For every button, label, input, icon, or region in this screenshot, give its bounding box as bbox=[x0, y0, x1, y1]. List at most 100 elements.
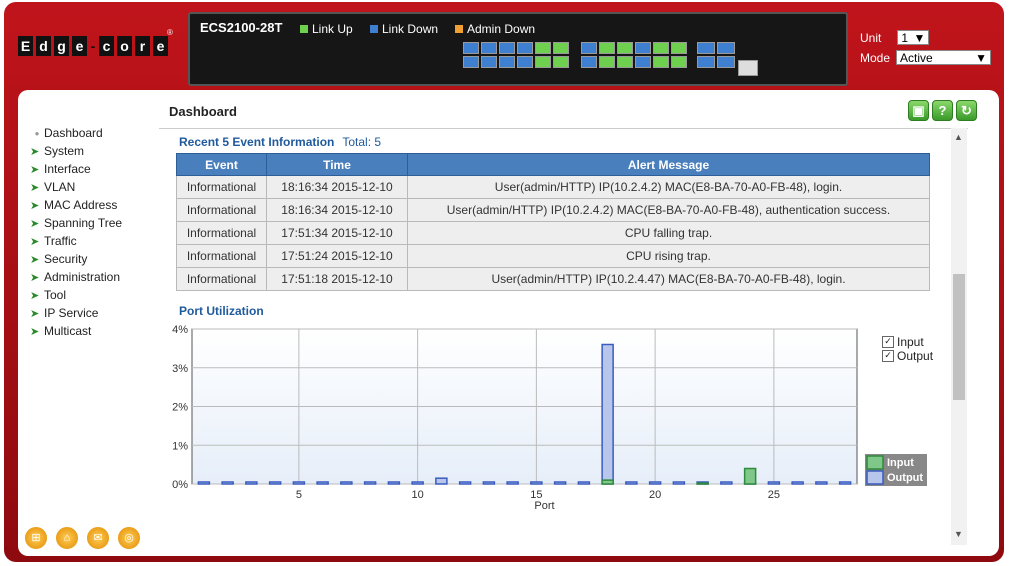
sidebar-item-traffic[interactable]: ➤ Traffic bbox=[30, 232, 170, 250]
port-icon[interactable] bbox=[581, 56, 597, 68]
save-icon[interactable]: ▣ bbox=[908, 100, 929, 121]
port-icon[interactable] bbox=[499, 42, 515, 54]
port-icon[interactable] bbox=[553, 56, 569, 68]
port-icon[interactable] bbox=[617, 42, 633, 54]
output-bar bbox=[482, 481, 496, 485]
arrow-icon: ➤ bbox=[30, 307, 40, 320]
alert-message-cell: User(admin/HTTP) IP(10.2.4.47) MAC(E8-BA… bbox=[407, 267, 930, 291]
port-icon[interactable] bbox=[463, 56, 479, 68]
sidebar-item-label: Dashboard bbox=[44, 126, 103, 140]
dashboard-scroll-area[interactable]: Recent 5 Event Information Total: 5 Event… bbox=[159, 128, 968, 546]
time-cell: 18:16:34 2015-12-10 bbox=[266, 198, 408, 222]
help-icon[interactable]: ? bbox=[932, 100, 953, 121]
output-bar bbox=[316, 481, 329, 485]
port-icon[interactable] bbox=[671, 42, 687, 54]
output-bar bbox=[577, 481, 591, 485]
port-icon[interactable] bbox=[517, 42, 533, 54]
port-icon[interactable] bbox=[481, 56, 497, 68]
port-icon[interactable] bbox=[653, 56, 669, 68]
table-row: Informational 17:51:34 2015-12-10 CPU fall… bbox=[176, 221, 930, 245]
sidebar-item-dashboard[interactable]: ● Dashboard bbox=[30, 124, 170, 142]
port-utilization-chart: 0%1%2%3%4%5 10 15 20 25PortInputOutput bbox=[172, 324, 927, 512]
port-icon[interactable] bbox=[717, 56, 735, 68]
input-checkbox[interactable]: ✓ Input bbox=[882, 335, 933, 349]
sidebar-item-tool[interactable]: ➤ Tool bbox=[30, 286, 170, 304]
output-bar bbox=[411, 481, 424, 485]
output-bar bbox=[601, 343, 614, 485]
sidebar-item-label: Spanning Tree bbox=[44, 216, 123, 230]
output-bar bbox=[672, 481, 686, 485]
sidebar-item-label: Interface bbox=[44, 162, 91, 176]
col-event: Event bbox=[176, 153, 267, 176]
alert-message-cell: CPU falling trap. bbox=[407, 221, 930, 245]
table-row: Informational 18:16:34 2015-12-10 User(adm… bbox=[176, 198, 930, 222]
port-icon[interactable] bbox=[653, 42, 669, 54]
port-icon[interactable] bbox=[635, 42, 651, 54]
output-bar bbox=[363, 481, 377, 485]
port-icon[interactable] bbox=[499, 56, 515, 68]
refresh-icon[interactable]: ↻ bbox=[956, 100, 977, 121]
port-icon[interactable] bbox=[517, 56, 533, 68]
port-group-1[interactable] bbox=[463, 42, 569, 68]
port-icon[interactable] bbox=[717, 42, 735, 54]
port-icon[interactable] bbox=[671, 56, 687, 68]
port-icon[interactable] bbox=[481, 42, 497, 54]
port-icon[interactable] bbox=[553, 42, 569, 54]
page-title: Dashboard bbox=[169, 104, 237, 119]
sidebar-item-security[interactable]: ➤ Security bbox=[30, 250, 170, 268]
sidebar-item-vlan[interactable]: ➤ VLAN bbox=[30, 178, 170, 196]
sidebar-item-administration[interactable]: ➤ Administration bbox=[30, 268, 170, 286]
mode-select[interactable]: Active ▼ bbox=[896, 50, 992, 65]
port-icon[interactable] bbox=[697, 56, 715, 68]
footer-buttons: ⊞ ⌂ ✉ ◎ bbox=[24, 526, 141, 550]
unit-select[interactable]: 1 ▼ bbox=[897, 30, 930, 45]
mgmt-port[interactable] bbox=[738, 60, 758, 76]
input-bar bbox=[696, 482, 709, 485]
time-cell: 18:16:34 2015-12-10 bbox=[266, 175, 408, 199]
mail-icon[interactable]: ✉ bbox=[86, 526, 110, 550]
table-row: Informational 18:16:34 2015-12-10 User(adm… bbox=[176, 175, 930, 199]
sitemap-icon[interactable]: ⊞ bbox=[24, 526, 48, 550]
arrow-icon: ➤ bbox=[30, 289, 40, 302]
port-icon[interactable] bbox=[635, 56, 651, 68]
arrow-icon: ➤ bbox=[30, 163, 40, 176]
port-icon[interactable] bbox=[697, 42, 715, 54]
mode-label: Mode bbox=[860, 50, 891, 65]
model-name: ECS2100-28T bbox=[200, 20, 283, 35]
output-checkbox[interactable]: ✓ Output bbox=[882, 349, 933, 363]
registered-mark: ® bbox=[167, 28, 173, 37]
output-bar bbox=[791, 481, 804, 485]
scroll-up-icon[interactable]: ▲ bbox=[954, 132, 963, 142]
port-icon[interactable] bbox=[535, 42, 551, 54]
scrollbar-thumb[interactable] bbox=[953, 274, 965, 400]
sidebar-item-spanning-tree[interactable]: ➤ Spanning Tree bbox=[30, 214, 170, 232]
sfp-ports[interactable] bbox=[697, 42, 735, 68]
y-tick-label: 3% bbox=[172, 363, 188, 375]
globe-icon[interactable]: ◎ bbox=[117, 526, 141, 550]
scroll-down-icon[interactable]: ▼ bbox=[954, 529, 963, 539]
sidebar-item-ip-service[interactable]: ➤ IP Service bbox=[30, 304, 170, 322]
sidebar-item-interface[interactable]: ➤ Interface bbox=[30, 160, 170, 178]
sidebar-item-system[interactable]: ➤ System bbox=[30, 142, 170, 160]
scrollbar[interactable]: ▲ ▼ bbox=[951, 128, 967, 545]
port-icon[interactable] bbox=[599, 42, 615, 54]
sidebar-item-multicast[interactable]: ➤ Multicast bbox=[30, 322, 170, 340]
port-icon[interactable] bbox=[599, 56, 615, 68]
alert-message-cell: User(admin/HTTP) IP(10.2.4.2) MAC(E8-BA-… bbox=[407, 175, 930, 199]
alert-message-cell: CPU rising trap. bbox=[407, 244, 930, 268]
output-bar bbox=[458, 481, 472, 485]
port-icon[interactable] bbox=[535, 56, 551, 68]
port-group-2[interactable] bbox=[581, 42, 687, 68]
output-bar bbox=[435, 477, 448, 485]
home-icon[interactable]: ⌂ bbox=[55, 526, 79, 550]
event-cell: Informational bbox=[176, 198, 267, 222]
sidebar-item-label: MAC Address bbox=[44, 198, 118, 212]
port-icon[interactable] bbox=[463, 42, 479, 54]
output-bar bbox=[553, 481, 567, 485]
port-icon[interactable] bbox=[617, 56, 633, 68]
sidebar-item-mac-address[interactable]: ➤ MAC Address bbox=[30, 196, 170, 214]
output-bar bbox=[245, 481, 258, 485]
port-icon[interactable] bbox=[581, 42, 597, 54]
arrow-icon: ➤ bbox=[30, 199, 40, 212]
sidebar-item-label: IP Service bbox=[44, 306, 99, 320]
